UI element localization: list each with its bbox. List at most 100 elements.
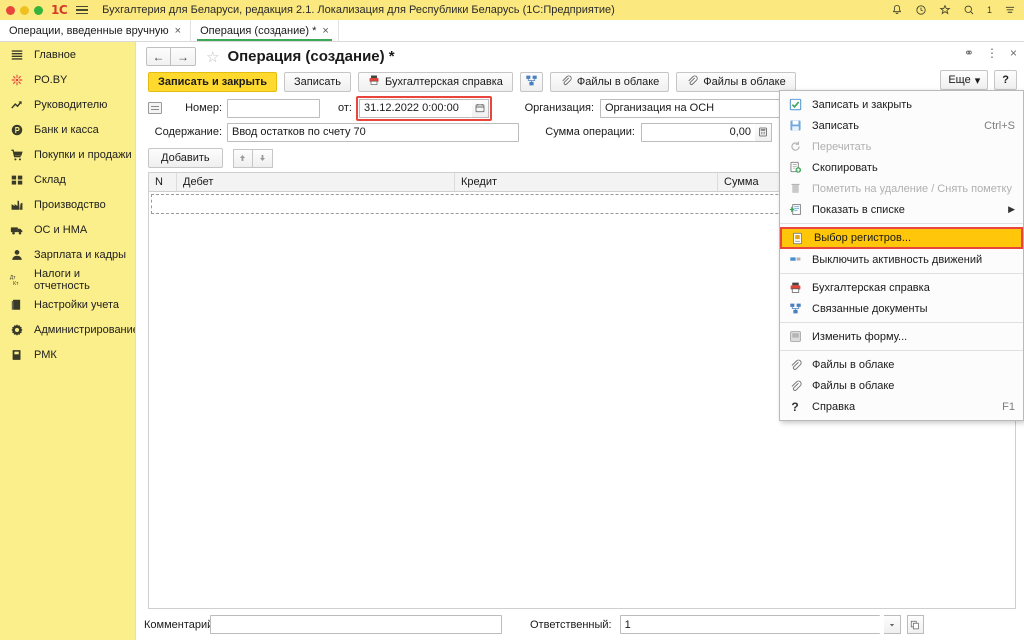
content-label: Содержание: — [154, 126, 222, 138]
operation-sum-input[interactable]: 0,00 — [641, 122, 755, 142]
history-clock-icon[interactable] — [915, 4, 928, 17]
menu-item-label: Пометить на удаление / Снять пометку — [812, 182, 1012, 195]
comment-input[interactable] — [210, 615, 502, 634]
accounting-reference-button[interactable]: Бухгалтерская справка — [358, 71, 513, 92]
number-input[interactable] — [227, 98, 320, 118]
hamburger-menu-icon[interactable] — [76, 5, 89, 15]
sidebar-item-nalogi-otchetnost[interactable]: Дт Кт Налоги и отчетность — [0, 267, 135, 292]
menu-item-save-and-close[interactable]: Записать и закрыть — [780, 94, 1023, 115]
calendar-icon[interactable] — [472, 98, 489, 118]
related-documents-button[interactable] — [519, 71, 543, 92]
menu-item-related-documents[interactable]: Связанные документы — [780, 298, 1023, 319]
add-row-button[interactable]: Добавить — [148, 148, 223, 168]
sidebar-item-proizvodstvo[interactable]: Производство — [0, 192, 135, 217]
printer-icon — [368, 74, 380, 89]
button-label: Файлы в облаке — [576, 75, 660, 88]
menu-separator — [780, 350, 1023, 351]
column-header-debit[interactable]: Дебет — [177, 173, 455, 191]
list-menu-icon[interactable] — [1003, 4, 1016, 17]
column-header-n[interactable]: N — [149, 173, 177, 191]
date-input[interactable]: 31.12.2022 0:00:00 — [359, 98, 472, 118]
sidebar-item-nastroyki-ucheta[interactable]: Настройки учета — [0, 292, 135, 317]
menu-item-label: Выключить активность движений — [812, 253, 983, 266]
sidebar-item-zarplata-kadry[interactable]: Зарплата и кадры — [0, 242, 135, 267]
cloud-files-button-1[interactable]: Файлы в облаке — [549, 71, 670, 92]
sidebar-item-rukovoditelyu[interactable]: Руководителю — [0, 92, 135, 117]
menu-item-cloud-files-1[interactable]: Файлы в облаке — [780, 354, 1023, 375]
menu-item-disable-movements-activity[interactable]: Выключить активность движений — [780, 249, 1023, 270]
sidebar-item-bank-kassa[interactable]: Банк и касса — [0, 117, 135, 142]
toolbar-right-group: Еще ▾ ? — [940, 70, 1017, 90]
menu-item-show-in-list[interactable]: Показать в списке ▶ — [780, 199, 1023, 220]
arrow-up-icon[interactable] — [232, 148, 253, 168]
chevron-down-icon[interactable] — [883, 615, 901, 634]
floppy-save-icon — [787, 119, 803, 133]
menu-item-cloud-files-2[interactable]: Файлы в облаке — [780, 375, 1023, 396]
sidebar-item-label: Производство — [34, 198, 106, 211]
date-field-highlight: 31.12.2022 0:00:00 — [356, 95, 492, 121]
number-label: Номер: — [185, 102, 222, 114]
paperclip-icon — [686, 74, 698, 89]
save-and-close-button[interactable]: Записать и закрыть — [148, 71, 278, 92]
cart-icon — [9, 147, 24, 162]
back-button[interactable]: ← — [146, 47, 171, 66]
sidebar-item-administrirovanie[interactable]: Администрирование — [0, 317, 139, 342]
boxes-icon — [9, 172, 24, 187]
maximize-window-button[interactable] — [34, 5, 43, 15]
menu-item-save[interactable]: Записать Ctrl+S — [780, 115, 1023, 136]
tab-close-icon[interactable]: × — [322, 25, 328, 37]
menu-item-label: Записать — [812, 119, 860, 132]
sidebar-item-os-nma[interactable]: ОС и НМА — [0, 217, 135, 242]
menu-item-select-registers[interactable]: Выбор регистров... — [780, 227, 1023, 249]
arrow-down-icon[interactable] — [252, 148, 273, 168]
sidebar-item-label: РО.BY — [34, 73, 68, 86]
cloud-files-button-2[interactable]: Файлы в облаке — [676, 71, 796, 92]
truck-icon — [9, 222, 24, 237]
menu-item-copy[interactable]: Скопировать — [780, 157, 1023, 178]
responsible-input[interactable]: 1 — [619, 615, 880, 634]
save-button[interactable]: Записать — [284, 71, 352, 92]
menu-separator — [780, 223, 1023, 224]
sidebar-item-label: РМК — [34, 348, 57, 361]
help-button[interactable]: ? — [994, 70, 1017, 90]
menu-item-label: Файлы в облаке — [812, 379, 895, 392]
sidebar-item-rmk[interactable]: РМК — [0, 342, 135, 367]
menu-item-help[interactable]: ? Справка F1 — [780, 396, 1023, 417]
menu-item-shortcut: F1 — [1002, 400, 1015, 413]
tab-bar: Операции, введенные вручную × Операция (… — [0, 20, 1024, 42]
content-input[interactable]: Ввод остатков по счету 70 — [227, 122, 519, 142]
open-list-icon[interactable] — [906, 615, 924, 634]
more-button[interactable]: Еще ▾ — [940, 70, 989, 90]
close-window-button[interactable] — [6, 5, 15, 15]
tab-close-icon[interactable]: × — [175, 25, 181, 37]
calculator-icon[interactable] — [755, 122, 772, 142]
menu-item-shortcut: Ctrl+S — [984, 119, 1015, 132]
save-close-icon — [787, 98, 803, 112]
sidebar-item-roby[interactable]: РО.BY — [0, 67, 135, 92]
search-icon[interactable] — [963, 4, 976, 17]
more-vertical-icon[interactable]: ⋮ — [986, 46, 998, 60]
window-controls[interactable] — [6, 5, 43, 15]
menu-item-accounting-reference[interactable]: Бухгалтерская справка — [780, 277, 1023, 298]
bell-icon[interactable] — [891, 4, 904, 17]
close-icon[interactable]: × — [1010, 46, 1017, 60]
forward-button[interactable]: → — [171, 47, 196, 66]
move-row-buttons — [232, 148, 273, 168]
favorites-star-icon[interactable] — [939, 4, 952, 17]
tab-operation-create[interactable]: Операция (создание) * × — [191, 20, 339, 41]
tab-operations-manual[interactable]: Операции, введенные вручную × — [0, 20, 192, 41]
menu-item-label: Скопировать — [812, 161, 878, 174]
minimize-window-button[interactable] — [20, 5, 29, 15]
sidebar-item-sklad[interactable]: Склад — [0, 167, 135, 192]
menu-item-change-form[interactable]: Изменить форму... — [780, 326, 1023, 347]
toggle-activity-icon — [787, 253, 803, 267]
sidebar-item-glavnoe[interactable]: Главное — [0, 42, 135, 67]
favorites-star-icon[interactable]: ☆ — [206, 48, 219, 66]
link-icon[interactable]: ⚭ — [964, 46, 974, 60]
paperclip-icon — [787, 379, 803, 393]
coin-icon — [9, 122, 24, 137]
column-header-credit[interactable]: Кредит — [455, 173, 718, 191]
notification-counter: 1 — [986, 5, 992, 15]
form-header-actions: ⚭ ⋮ × — [964, 46, 1017, 60]
sidebar-item-pokupki-prodazhi[interactable]: Покупки и продажи — [0, 142, 135, 167]
